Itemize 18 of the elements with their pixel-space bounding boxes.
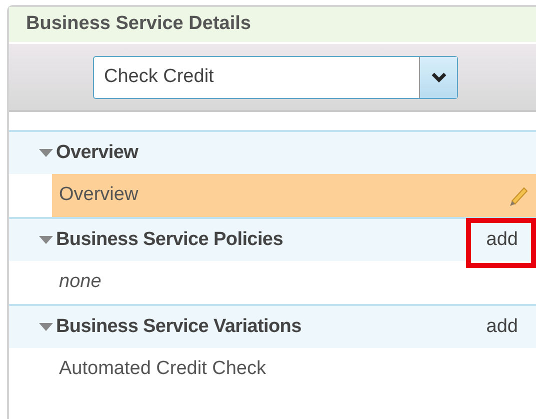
dropdown-arrow-button[interactable] [419, 56, 457, 98]
add-link[interactable]: add [486, 226, 518, 254]
section-title: Business Service Variations [56, 314, 302, 339]
section-header[interactable]: Business Service Policies add [9, 217, 536, 261]
pencil-icon[interactable] [508, 184, 530, 206]
triangle-down-icon[interactable] [39, 235, 53, 245]
section-header[interactable]: Overview [9, 130, 536, 174]
add-link[interactable]: add [486, 312, 518, 342]
section-title: Overview [56, 140, 138, 165]
chevron-down-icon [430, 71, 446, 83]
panel-title: Business Service Details [26, 12, 251, 36]
section-header[interactable]: Business Service Variations add [9, 304, 536, 348]
dropdown-value: Check Credit [103, 64, 215, 89]
triangle-down-icon[interactable] [39, 322, 53, 332]
dropdown[interactable]: Check Credit [93, 56, 458, 98]
list-item[interactable]: Overview [52, 174, 536, 217]
triangle-down-icon[interactable] [39, 148, 53, 158]
section-title: Business Service Policies [56, 228, 283, 252]
